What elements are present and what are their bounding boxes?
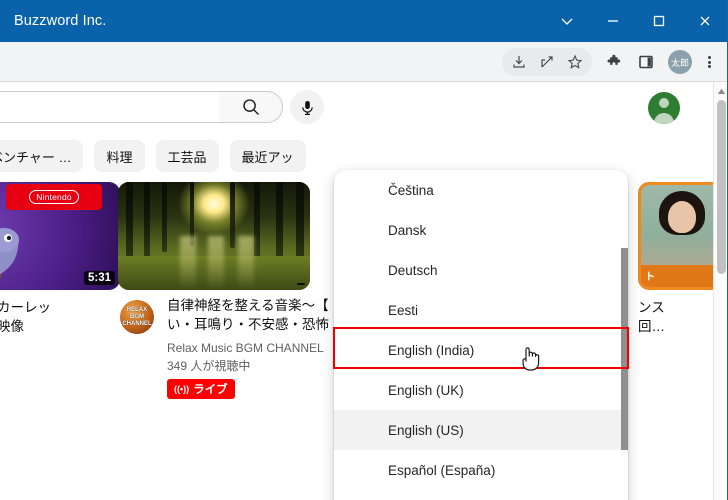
bookmark-star-icon[interactable] <box>561 48 589 76</box>
avatar-head <box>659 98 669 108</box>
browser-window: Buzzword Inc. 太郎 ンチャー … 料理 工芸品 最近アッ Nint… <box>0 0 728 500</box>
extensions-puzzle-icon[interactable] <box>600 48 628 76</box>
chip-recently-uploaded[interactable]: 最近アッ <box>229 140 306 172</box>
language-dropdown-menu[interactable]: Čeština Dansk Deutsch Eesti English (Ind… <box>334 170 628 500</box>
side-panel-icon[interactable] <box>632 48 660 76</box>
chip-cooking[interactable]: 料理 <box>94 140 145 172</box>
dropdown-scrollbar[interactable] <box>621 248 628 450</box>
youtube-masthead <box>0 82 713 138</box>
profile-avatar[interactable]: 太郎 <box>668 50 692 74</box>
language-option-deutsch[interactable]: Deutsch <box>334 250 628 290</box>
video-duration: 5:31 <box>83 271 115 285</box>
search-button[interactable] <box>219 91 283 123</box>
video-title-line2[interactable]: 紹介映像 <box>0 317 120 336</box>
browser-toolbar: 太郎 <box>0 42 728 82</box>
light-ray <box>180 236 196 290</box>
language-option-espanol-espana[interactable]: Español (España) <box>334 450 628 490</box>
maximize-button[interactable] <box>636 0 682 42</box>
avatar-body <box>654 113 674 124</box>
live-badge-label: ライブ <box>193 384 228 396</box>
tree <box>276 182 283 266</box>
video-channel-name[interactable]: Relax Music BGM CHANNEL <box>167 339 347 357</box>
language-option-dansk[interactable]: Dansk <box>334 210 628 250</box>
download-icon[interactable] <box>505 48 533 76</box>
tree <box>230 182 235 248</box>
channel-avatar-text: RELAX BGM CHANNEL <box>122 306 152 327</box>
share-icon[interactable] <box>533 48 561 76</box>
language-options-list: Čeština Dansk Deutsch Eesti English (Ind… <box>334 170 628 500</box>
live-wave-icon: ((•)) <box>174 384 190 394</box>
video-channel-row: ル✓ <box>0 340 120 359</box>
tree <box>254 182 260 258</box>
language-option-eesti[interactable]: Eesti <box>334 290 628 330</box>
account-avatar[interactable] <box>648 92 680 124</box>
nintendo-badge: Nintendo <box>6 184 102 210</box>
tree <box>144 182 150 260</box>
three-dot-menu-icon[interactable] <box>696 48 722 76</box>
tree <box>162 182 167 252</box>
omnibox-action-group <box>502 48 592 76</box>
live-badge: ((•)) ライブ <box>167 379 235 399</box>
chip-adventure[interactable]: アドベンチャー … <box>0 140 84 172</box>
microphone-icon <box>301 100 313 115</box>
window-title: Buzzword Inc. <box>14 13 107 29</box>
video-meta: ・スカーレッ 紹介映像 ル✓ <box>0 298 120 359</box>
language-option-cestina[interactable]: Čeština <box>334 170 628 210</box>
page-scrollbar[interactable] <box>713 82 728 500</box>
video-thumbnail[interactable]: Nintendo 5:31 <box>0 182 120 290</box>
scrollbar-thumb[interactable] <box>717 100 726 274</box>
language-option-english-us[interactable]: English (US) <box>334 410 628 450</box>
video-viewers: 349 人が視聴中 <box>167 359 251 373</box>
light-ray <box>238 236 254 290</box>
light-ray <box>208 236 224 290</box>
scroll-up-arrow-icon[interactable] <box>714 84 728 98</box>
web-page-content: アドベンチャー … 料理 工芸品 最近アッ <box>0 82 728 500</box>
voice-search-button[interactable] <box>290 90 324 124</box>
chip-crafts[interactable]: 工芸品 <box>155 140 219 172</box>
magnifier-icon <box>242 99 259 115</box>
video-thumbnail[interactable] <box>118 182 310 290</box>
video-duration <box>297 283 305 285</box>
search-input[interactable] <box>0 91 220 123</box>
video-title-line1[interactable]: ・スカーレッ <box>0 298 120 317</box>
menu-dot <box>707 56 711 60</box>
channel-avatar[interactable]: RELAX BGM CHANNEL <box>120 300 154 334</box>
window-title-bar: Buzzword Inc. <box>0 0 728 42</box>
video-title-line2[interactable]: い・耳鳴り・不安感・恐怖 <box>167 315 347 334</box>
chevron-down-icon[interactable] <box>544 0 590 42</box>
video-title-line1[interactable]: 自律神経を整える音楽〜【 <box>167 296 347 315</box>
video-card[interactable]: Nintendo 5:31 <box>0 182 120 290</box>
video-card[interactable] <box>118 182 310 290</box>
mouse-cursor-hand <box>522 347 540 371</box>
close-button[interactable] <box>682 0 728 42</box>
language-option-espanol-latinoamerica[interactable]: Español (Latinoamérica) <box>334 490 628 500</box>
person-face <box>668 201 696 233</box>
language-option-english-uk[interactable]: English (UK) <box>334 370 628 410</box>
menu-dot <box>707 64 711 68</box>
language-option-english-india[interactable]: English (India) <box>334 330 628 370</box>
creature-art <box>0 228 19 275</box>
minimize-button[interactable] <box>590 0 636 42</box>
video-meta: 自律神経を整える音楽〜【 い・耳鳴り・不安感・恐怖 Relax Music BG… <box>167 296 347 399</box>
nintendo-badge-label: Nintendo <box>29 190 79 204</box>
menu-dot <box>707 60 711 64</box>
category-chips-row: アドベンチャー … 料理 工芸品 最近アッ <box>0 140 306 172</box>
